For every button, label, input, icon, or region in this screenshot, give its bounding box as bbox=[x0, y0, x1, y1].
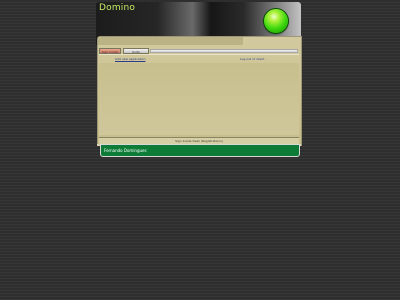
tab-bar-divider bbox=[99, 54, 299, 55]
main-panel: Sign Inside Sorts Add new application Lo… bbox=[97, 36, 302, 146]
app-title: Domino bbox=[99, 3, 136, 13]
add-application-link[interactable]: Add new application bbox=[115, 57, 145, 61]
app-window: Domino Sign Inside Sorts Add new applica… bbox=[96, 2, 302, 157]
panel-footer: Sign Inside Desk (Registrations) bbox=[99, 137, 299, 144]
logout-link[interactable]: Log out of client bbox=[240, 57, 264, 61]
status-bar: Fernando Domingues bbox=[100, 144, 300, 157]
user-name: Fernando Domingues bbox=[104, 148, 147, 153]
tab-bar-track bbox=[150, 49, 298, 53]
status-orb-icon[interactable] bbox=[264, 9, 288, 33]
panel-top-strip bbox=[98, 37, 243, 45]
content-area bbox=[99, 63, 299, 135]
